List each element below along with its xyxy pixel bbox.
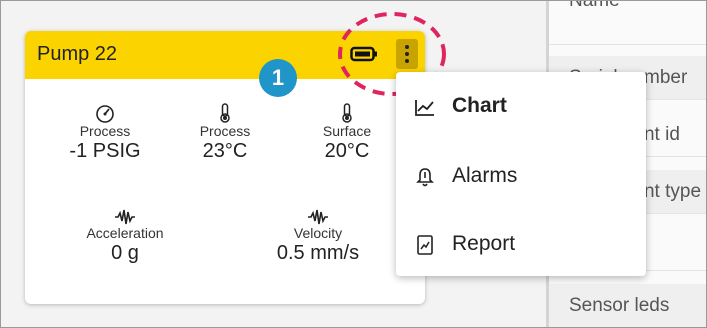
metric-label: Process <box>199 123 251 139</box>
metric-label: Acceleration <box>86 225 164 241</box>
metric-label: Velocity <box>293 225 343 241</box>
thermometer-icon <box>220 103 230 123</box>
metric-process-pressure: Process -1 PSIG <box>55 103 155 163</box>
options-menu: Chart Alarms Report <box>396 72 646 276</box>
metric-process-temperature: Process 23°C <box>175 103 275 163</box>
app-frame: Name Serial number Equipment id Equipmen… <box>0 0 707 328</box>
card-title: Pump 22 <box>37 43 118 65</box>
metric-value: 0 g <box>111 242 139 264</box>
metric-surface-temperature: Surface 20°C <box>297 103 397 163</box>
metric-value: 23°C <box>202 140 248 162</box>
step-badge: 1 <box>259 59 297 97</box>
metric-value: 0.5 mm/s <box>276 242 360 264</box>
menu-item-chart[interactable]: Chart <box>396 78 646 134</box>
metric-value: 20°C <box>324 140 370 162</box>
report-icon <box>417 235 433 255</box>
menu-item-label: Chart <box>452 94 507 117</box>
gauge-icon <box>96 105 114 123</box>
chart-icon <box>415 100 434 116</box>
menu-item-label: Report <box>452 232 516 255</box>
metric-label: Process <box>79 123 131 139</box>
metric-label: Surface <box>322 123 372 139</box>
metric-velocity: Velocity 0.5 mm/s <box>253 209 383 265</box>
thermometer-icon <box>342 103 352 123</box>
metric-acceleration: Acceleration 0 g <box>70 209 180 265</box>
menu-item-report[interactable]: Report <box>396 216 646 272</box>
metric-value: -1 PSIG <box>69 140 141 162</box>
detail-row-sensor-leds: Sensor leds <box>549 284 706 327</box>
vibration-icon <box>308 209 328 225</box>
vibration-icon <box>115 209 135 225</box>
detail-row-name: Name <box>549 1 706 45</box>
menu-item-alarms[interactable]: Alarms <box>396 148 646 204</box>
bell-icon <box>416 168 434 187</box>
menu-item-label: Alarms <box>452 164 518 187</box>
